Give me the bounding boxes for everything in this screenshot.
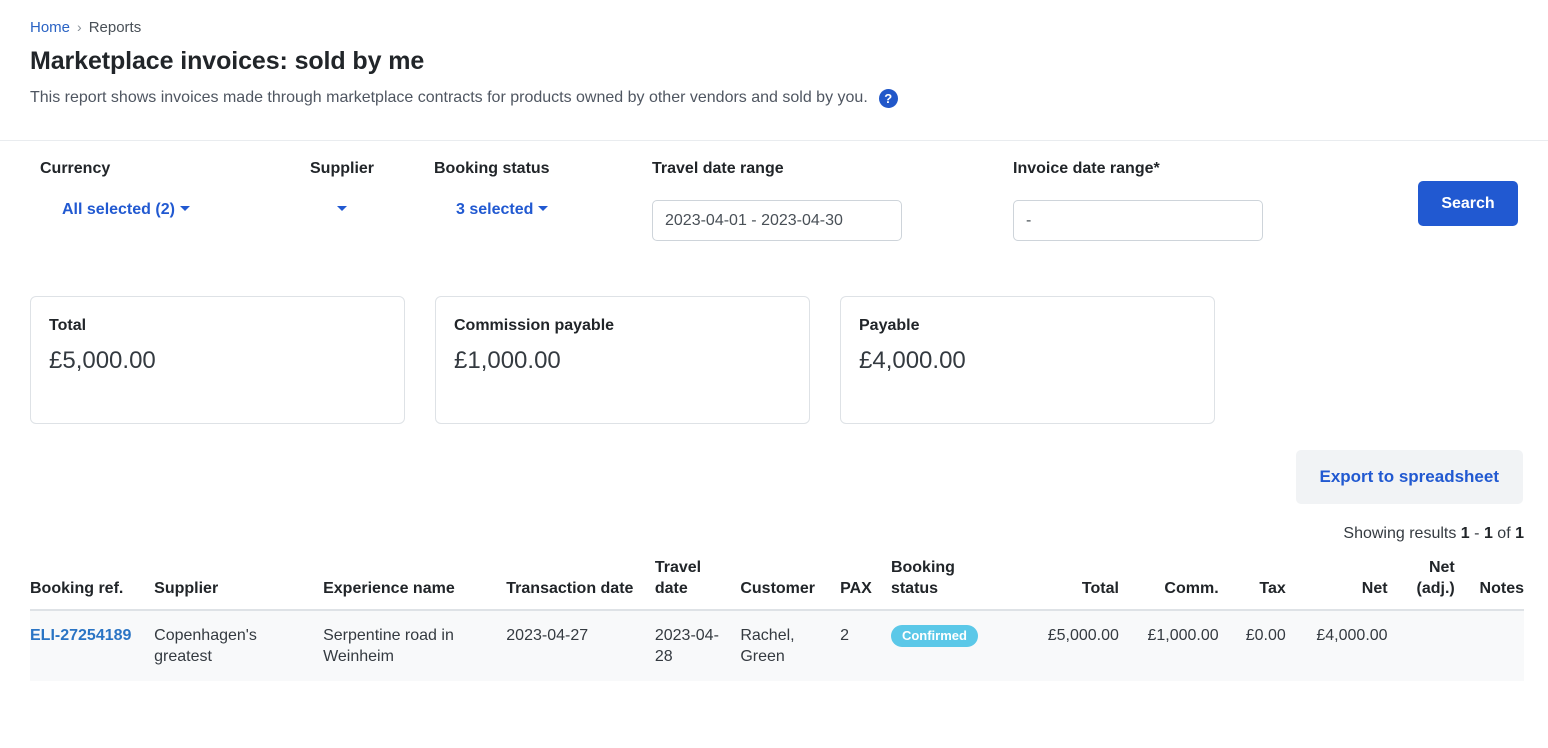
cell-net-adj: [1387, 610, 1455, 681]
breadcrumb-link-home[interactable]: Home: [30, 19, 70, 36]
summary-cards: Total £5,000.00 Commission payable £1,00…: [0, 296, 1548, 424]
filter-invoice-date-range-label: Invoice date range*: [1013, 160, 1160, 177]
summary-card-value: £4,000.00: [859, 347, 966, 374]
summary-card-value: £1,000.00: [454, 347, 561, 374]
breadcrumb: Home › Reports: [30, 18, 1518, 37]
column-header-transaction-date[interactable]: Transaction date: [506, 557, 655, 611]
column-header-experience-name[interactable]: Experience name: [323, 557, 507, 611]
cell-supplier: Copenhagen's greatest: [154, 610, 324, 681]
filter-booking-status: Booking status 3 selected: [434, 159, 550, 219]
summary-card-title: Total: [49, 317, 87, 334]
column-header-travel-date[interactable]: Travel date: [654, 557, 741, 611]
filter-row: Currency All selected (2) Supplier Booki…: [30, 141, 1518, 271]
filter-supplier-label: Supplier: [310, 160, 375, 177]
table-row[interactable]: ELI-27254189 Copenhagen's greatest Serpe…: [30, 610, 1524, 681]
results-info-from: 1: [1460, 525, 1470, 542]
cell-booking-status: Confirmed: [890, 610, 1014, 681]
column-header-notes[interactable]: Notes: [1454, 557, 1524, 611]
summary-card-total: Total £5,000.00: [30, 296, 405, 424]
summary-card-title: Payable: [859, 317, 920, 334]
column-header-tax[interactable]: Tax: [1218, 557, 1286, 611]
filter-currency-value: All selected (2): [62, 201, 175, 218]
column-header-supplier[interactable]: Supplier: [154, 557, 324, 611]
column-header-net-adj[interactable]: Net (adj.): [1387, 557, 1455, 611]
cell-comm: £1,000.00: [1118, 610, 1219, 681]
invoice-date-range-input[interactable]: [1013, 200, 1263, 241]
cell-experience-name: Serpentine road in Weinheim: [323, 610, 507, 681]
cell-travel-date: 2023-04-28: [654, 610, 741, 681]
column-header-booking-status[interactable]: Booking status: [890, 557, 1014, 611]
page-title: Marketplace invoices: sold by me: [30, 47, 425, 75]
chevron-down-icon: [538, 206, 549, 211]
filter-travel-date-range: Travel date range: [652, 159, 902, 241]
cell-customer: Rachel, Green: [740, 610, 841, 681]
filter-supplier-dropdown[interactable]: [332, 200, 347, 219]
search-button[interactable]: Search: [1418, 181, 1518, 226]
column-header-comm[interactable]: Comm.: [1118, 557, 1219, 611]
table-head: Booking ref. Supplier Experience name Tr…: [30, 557, 1524, 611]
page-description-text: This report shows invoices made through …: [30, 89, 868, 106]
column-header-pax[interactable]: PAX: [840, 557, 891, 611]
chevron-down-icon: [179, 206, 190, 211]
booking-ref-link[interactable]: ELI-27254189: [30, 627, 131, 644]
results-info-total: 1: [1515, 525, 1524, 542]
cell-tax: £0.00: [1218, 610, 1286, 681]
filter-currency-label: Currency: [40, 160, 111, 177]
filter-supplier: Supplier: [310, 159, 374, 219]
cell-booking-ref: ELI-27254189: [30, 610, 155, 681]
filter-bar: Currency All selected (2) Supplier Booki…: [0, 141, 1548, 301]
summary-card-title: Commission payable: [454, 317, 615, 334]
summary-card-payable: Payable £4,000.00: [840, 296, 1215, 424]
cell-pax: 2: [840, 610, 891, 681]
summary-card-value: £5,000.00: [49, 347, 156, 374]
marketplace-invoices-table: Booking ref. Supplier Experience name Tr…: [30, 557, 1524, 681]
travel-date-range-input[interactable]: [652, 200, 902, 241]
breadcrumb-current-reports: Reports: [88, 19, 142, 36]
page-header: Home › Reports Marketplace invoices: sold …: [0, 0, 1548, 141]
chevron-down-icon: [337, 206, 347, 211]
column-header-booking-ref[interactable]: Booking ref.: [30, 557, 155, 611]
filter-booking-status-value: 3 selected: [456, 201, 534, 218]
results-info-of: of: [1497, 525, 1511, 542]
filter-travel-date-range-label: Travel date range: [652, 160, 784, 177]
table-header-row: Booking ref. Supplier Experience name Tr…: [30, 557, 1524, 611]
column-header-net[interactable]: Net: [1285, 557, 1388, 611]
filter-currency: Currency All selected (2): [40, 159, 190, 219]
summary-card-commission-payable: Commission payable £1,000.00: [435, 296, 810, 424]
cell-net: £4,000.00: [1285, 610, 1388, 681]
breadcrumb-separator-icon: ›: [77, 19, 82, 35]
results-table-wrap: Booking ref. Supplier Experience name Tr…: [0, 557, 1548, 681]
help-icon[interactable]: ?: [878, 88, 898, 108]
export-to-spreadsheet-button[interactable]: Export to spreadsheet: [1295, 450, 1523, 504]
filter-invoice-date-range: Invoice date range*: [1013, 159, 1263, 241]
filter-booking-status-label: Booking status: [434, 160, 550, 177]
column-header-total[interactable]: Total: [1013, 557, 1119, 611]
cell-notes: [1454, 610, 1524, 681]
results-info-to: 1: [1483, 525, 1493, 542]
results-info-prefix: Showing results: [1343, 525, 1457, 542]
filter-currency-dropdown[interactable]: All selected (2): [62, 200, 190, 219]
cell-transaction-date: 2023-04-27: [506, 610, 655, 681]
filter-booking-status-dropdown[interactable]: 3 selected: [456, 200, 549, 219]
column-header-customer[interactable]: Customer: [740, 557, 841, 611]
cell-total: £5,000.00: [1013, 610, 1119, 681]
table-body: ELI-27254189 Copenhagen's greatest Serpe…: [30, 610, 1524, 681]
results-info: Showing results 1 - 1 of 1: [0, 524, 1548, 543]
export-row: Export to spreadsheet: [0, 450, 1548, 504]
page-description-row: This report shows invoices made through …: [30, 88, 1518, 108]
status-badge: Confirmed: [890, 625, 978, 647]
results-info-dash: -: [1474, 525, 1480, 542]
